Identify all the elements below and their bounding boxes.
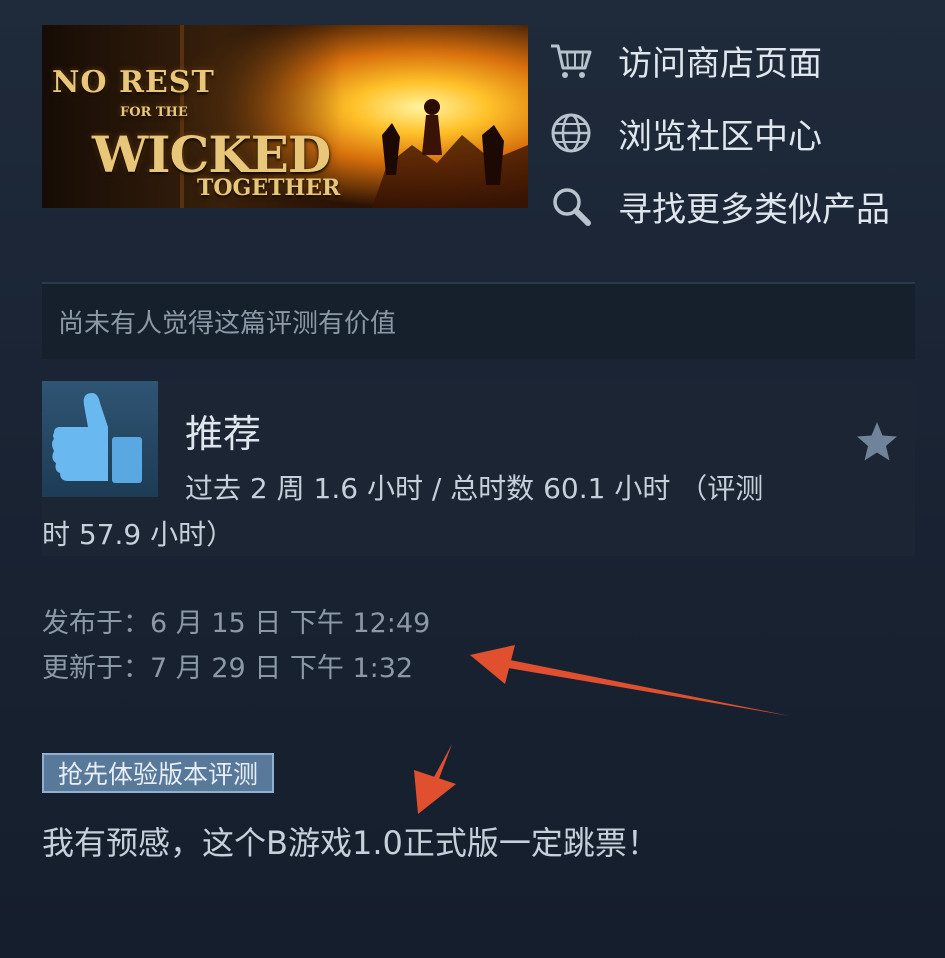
updated-date: 更新于：7 月 29 日 下午 1:32 xyxy=(42,653,414,684)
globe-icon xyxy=(548,110,594,156)
playtime-text-line2: 时 57.9 小时） xyxy=(42,518,235,551)
recommended-thumb-box xyxy=(42,381,158,497)
recommendation-verdict: 推荐 xyxy=(185,412,262,456)
search-icon xyxy=(548,183,594,229)
early-access-badge: 抢先体验版本评测 xyxy=(42,753,275,793)
find-similar-label: 寻找更多类似产品 xyxy=(618,189,890,230)
annotation-arrow-right xyxy=(470,645,790,716)
helpful-status-text: 尚未有人觉得这篇评测有价值 xyxy=(58,309,397,339)
visit-store-label: 访问商店页面 xyxy=(618,43,822,84)
review-dates: 发布于：6 月 15 日 下午 12:49 更新于：7 月 29 日 下午 1:… xyxy=(42,606,430,696)
posted-date: 发布于：6 月 15 日 下午 12:49 xyxy=(42,608,431,639)
review-summary-card: 推荐 过去 2 周 1.6 小时 / 总时数 60.1 小时 （评测 时 57.… xyxy=(42,381,915,556)
game-banner-image[interactable]: NO REST FOR THE WICKED TOGETHER xyxy=(42,25,528,208)
annotation-arrow-down xyxy=(414,744,456,814)
cart-icon xyxy=(548,37,594,83)
browse-community-link[interactable]: 浏览社区中心 xyxy=(548,103,928,163)
banner-line-1: NO REST xyxy=(52,65,215,100)
find-similar-link[interactable]: 寻找更多类似产品 xyxy=(548,176,928,236)
banner-line-2: FOR THE xyxy=(120,105,188,120)
visit-store-link[interactable]: 访问商店页面 xyxy=(548,30,928,90)
browse-community-label: 浏览社区中心 xyxy=(618,116,822,157)
banner-logo-text: NO REST FOR THE WICKED TOGETHER xyxy=(42,25,342,208)
star-icon xyxy=(857,422,897,461)
banner-line-4: TOGETHER xyxy=(197,175,341,201)
thumbs-up-icon xyxy=(52,393,142,483)
playtime-text-line1: 过去 2 周 1.6 小时 / 总时数 60.1 小时 （评测 xyxy=(185,472,764,505)
review-body-text: 我有预感，这个B游戏1.0正式版一定跳票！ xyxy=(42,824,659,862)
helpful-status-bar: 尚未有人觉得这篇评测有价值 xyxy=(42,282,915,359)
favorite-star-button[interactable] xyxy=(854,419,900,465)
